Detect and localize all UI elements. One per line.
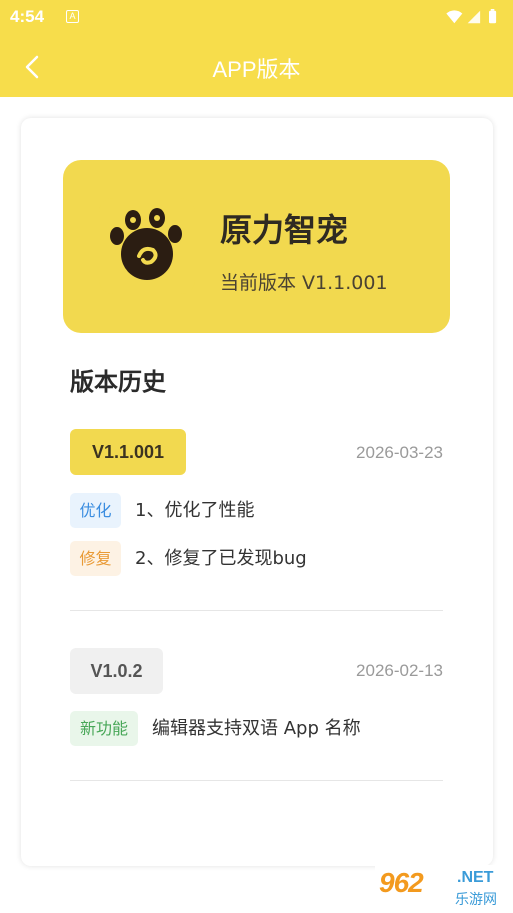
change-note: 编辑器支持双语 App 名称 bbox=[152, 718, 361, 739]
watermark-site: 乐游网 bbox=[455, 892, 497, 908]
paw-logo-icon bbox=[99, 198, 195, 294]
divider bbox=[70, 780, 443, 781]
app-bar: APP版本 bbox=[0, 36, 513, 97]
section-title-version-history: 版本历史 bbox=[70, 368, 166, 396]
tag-new-feature: 新功能 bbox=[70, 711, 138, 746]
change-note: 2、修复了已发现bug bbox=[135, 548, 307, 569]
battery-icon bbox=[489, 10, 497, 24]
wifi-icon bbox=[446, 10, 463, 24]
app-info-banner: 原力智宠 当前版本 V1.1.001 bbox=[63, 160, 450, 333]
version-badge: V1.1.001 bbox=[70, 429, 186, 475]
status-bar: 4:54 A bbox=[0, 0, 513, 36]
watermark-suffix: .NET bbox=[457, 869, 494, 886]
current-version: 当前版本 V1.1.001 bbox=[220, 272, 388, 294]
version-badge: V1.0.2 bbox=[70, 648, 163, 694]
watermark-number: 962 bbox=[379, 867, 424, 898]
change-note: 1、优化了性能 bbox=[135, 500, 255, 521]
tag-fix: 修复 bbox=[70, 541, 121, 576]
signal-icon bbox=[467, 10, 481, 24]
tag-optimize: 优化 bbox=[70, 493, 121, 528]
divider bbox=[70, 610, 443, 611]
site-watermark: 962 .NET 乐游网 bbox=[375, 865, 513, 913]
version-date: 2026-03-23 bbox=[356, 443, 443, 462]
notification-icon: A bbox=[66, 10, 79, 23]
app-name: 原力智宠 bbox=[220, 211, 349, 249]
status-icons bbox=[446, 9, 497, 24]
version-date: 2026-02-13 bbox=[356, 661, 443, 680]
status-time: 4:54 bbox=[10, 7, 45, 26]
page-title: APP版本 bbox=[212, 57, 301, 82]
